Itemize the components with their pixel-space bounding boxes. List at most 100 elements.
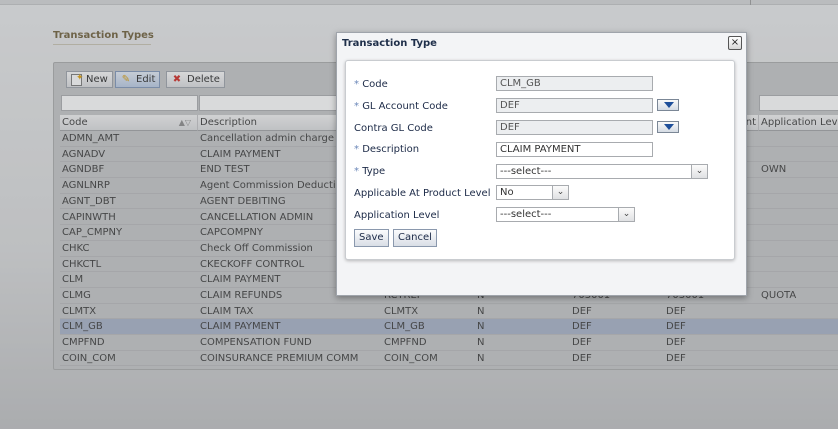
chevron-down-icon: ⌄	[691, 165, 707, 178]
application-level-value: ---select---	[500, 209, 552, 220]
gl-account-code-label: * GL Account Code	[354, 101, 448, 112]
new-button[interactable]: ✦ New	[66, 71, 113, 88]
table-row[interactable]: CLMTX CLAIM TAX CLMTX N DEF DEF	[60, 304, 838, 320]
table-cell: N	[477, 305, 485, 317]
table-cell: CHKCTL	[62, 258, 102, 270]
table-cell: CLAIM TAX	[200, 305, 254, 317]
table-cell: ADMN_AMT	[62, 133, 120, 144]
delete-button[interactable]: ✖ Delete	[166, 71, 225, 88]
table-cell	[759, 304, 838, 319]
filter-code[interactable]	[61, 95, 198, 111]
table-cell: DEF	[666, 337, 686, 349]
table-cell	[759, 351, 838, 366]
table-cell	[759, 335, 838, 350]
table-cell: CAP_CMPNY	[62, 227, 123, 239]
table-cell: DEF	[666, 352, 686, 364]
pencil-icon: ✎	[121, 73, 131, 85]
column-header-6-label: nt	[745, 117, 756, 128]
table-cell	[759, 194, 838, 209]
column-header-code-label: Code	[62, 117, 88, 128]
code-field[interactable]: CLM_GB	[496, 76, 653, 91]
table-cell: CLM	[62, 274, 84, 286]
delete-button-label: Delete	[187, 74, 220, 85]
table-cell: COINSURANCE PREMIUM COMM	[200, 352, 359, 364]
table-cell: CLM_GB	[62, 321, 103, 333]
table-cell: AGNLNRP	[62, 180, 110, 192]
table-cell	[759, 210, 838, 225]
column-header-application-level-label: Application Level	[761, 117, 838, 128]
required-marker: *	[354, 79, 359, 90]
red-x-icon: ✖	[172, 73, 182, 85]
table-cell: DEF	[572, 352, 592, 364]
table-cell: CHKC	[62, 242, 90, 254]
required-marker: *	[354, 144, 359, 155]
application-level-select[interactable]: ---select--- ⌄	[496, 207, 635, 222]
table-cell: DEF	[572, 321, 592, 333]
table-cell: N	[477, 352, 485, 364]
contra-gl-code-field[interactable]: DEF	[496, 120, 653, 135]
table-cell	[759, 225, 838, 240]
table-cell	[759, 131, 838, 146]
applicable-product-level-value: No	[500, 187, 514, 198]
filter-application-level[interactable]	[759, 95, 838, 111]
contra-gl-lov-icon[interactable]	[657, 121, 679, 133]
table-cell: AGNDBF	[62, 164, 105, 176]
new-document-icon: ✦	[71, 73, 84, 86]
dialog-form: * Code CLM_GB * GL Account Code DEF Cont…	[345, 60, 735, 260]
table-cell: CLM_GB	[384, 321, 425, 333]
top-bar	[0, 0, 838, 5]
applicable-product-level-label: Applicable At Product Level	[354, 188, 491, 199]
table-cell: OWN	[761, 164, 787, 176]
table-cell: DEF	[572, 337, 592, 349]
table-cell: DEF	[666, 305, 686, 317]
dialog-title: Transaction Type	[342, 38, 437, 49]
table-cell: CMPFND	[384, 337, 427, 349]
table-cell: CLAIM PAYMENT	[200, 321, 281, 333]
chevron-down-icon: ⌄	[552, 186, 568, 199]
close-icon[interactable]: ×	[728, 36, 742, 50]
edit-button-label: Edit	[136, 74, 156, 85]
description-label: * Description	[354, 144, 419, 155]
gl-account-code-field[interactable]: DEF	[496, 98, 653, 113]
column-header-code[interactable]: Code ▲▽	[60, 115, 198, 131]
save-button[interactable]: Save	[354, 229, 389, 247]
required-marker: *	[354, 101, 359, 112]
table-row[interactable]: COIN_COM COINSURANCE PREMIUM COMM COIN_COM…	[60, 351, 838, 367]
type-select[interactable]: ---select--- ⌄	[496, 164, 708, 179]
table-cell: N	[477, 321, 485, 333]
sort-arrows-icon[interactable]: ▲▽	[179, 115, 191, 131]
table-cell: COIN_COM	[62, 352, 116, 364]
type-select-value: ---select---	[500, 166, 552, 177]
required-marker: *	[354, 166, 359, 177]
cancel-button[interactable]: Cancel	[393, 229, 437, 247]
table-cell: CLMTX	[62, 305, 97, 317]
table-cell: CLMG	[62, 290, 91, 301]
page-title: Transaction Types	[53, 30, 154, 41]
description-label-text: Description	[362, 144, 420, 155]
table-row[interactable]: CLM_GB CLAIM PAYMENT CLM_GB N DEF DEF	[60, 319, 838, 336]
table-cell	[759, 257, 838, 272]
description-input[interactable]: CLAIM PAYMENT	[496, 142, 653, 157]
type-label: * Type	[354, 166, 385, 177]
application-level-label: Application Level	[354, 210, 440, 221]
table-cell: CAPINWTH	[62, 211, 116, 223]
table-cell: COIN_COM	[384, 352, 438, 364]
new-button-label: New	[86, 74, 108, 85]
table-cell: AGNT_DBT	[62, 195, 116, 207]
chevron-down-icon: ⌄	[618, 208, 634, 221]
code-label: * Code	[354, 79, 388, 90]
column-header-application-level[interactable]: Application Level	[759, 115, 838, 131]
table-cell: AGNADV	[62, 148, 106, 160]
column-header-description-label: Description	[200, 117, 257, 128]
table-cell: N	[477, 337, 485, 349]
applicable-product-level-select[interactable]: No ⌄	[496, 185, 569, 200]
table-cell: CMPFND	[62, 337, 105, 349]
table-cell	[759, 147, 838, 162]
table-row[interactable]: CMPFND COMPENSATION FUND CMPFND N DEF DEF	[60, 335, 838, 351]
table-cell: CLMTX	[384, 305, 419, 317]
table-cell	[759, 178, 838, 193]
edit-button[interactable]: ✎ Edit	[115, 71, 161, 88]
table-cell	[759, 272, 838, 287]
top-bar-divider	[750, 0, 751, 5]
gl-account-lov-icon[interactable]	[657, 99, 679, 111]
